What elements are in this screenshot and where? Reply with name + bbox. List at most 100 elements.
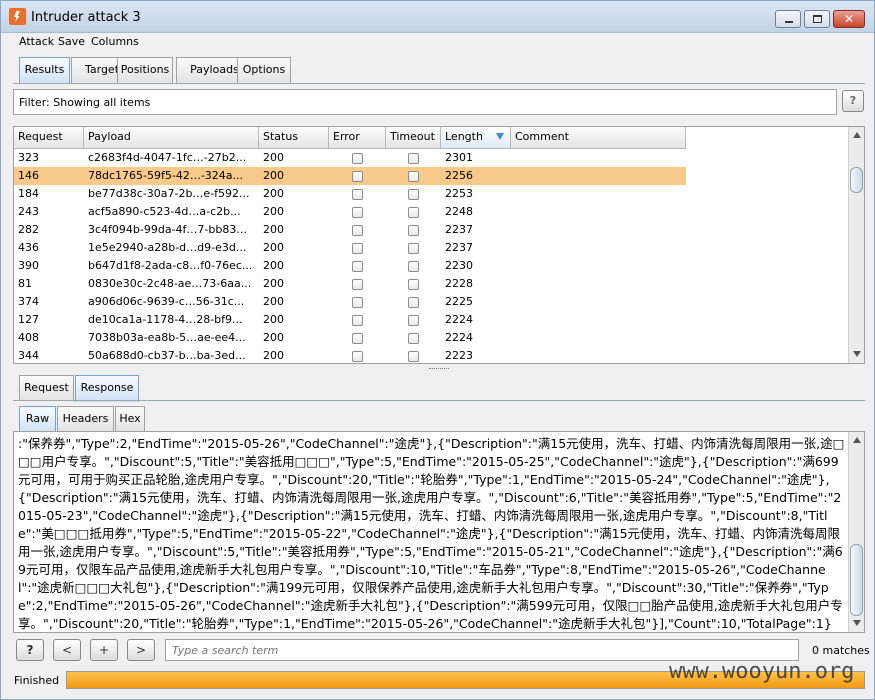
cell-status: 200 [263,169,284,182]
table-row[interactable]: 146 78dc1765-59f5-42…-324a... 200 2256 [14,167,686,185]
table-row[interactable]: 390 b647d1f8-2ada-c8…f0-76ec... 200 2230 [14,257,686,275]
splitter-grip[interactable] [429,368,449,370]
results-scrollbar[interactable] [848,127,864,363]
menu-save[interactable]: Save [58,35,85,48]
cell-payload: 7038b03a-ea8b-5…ae-ee4... [88,331,246,344]
table-row[interactable]: 81 0830e30c-2c48-ae…73-6aa... 200 2228 [14,275,686,293]
response-body: :"保养券","Type":2,"EndTime":"2015-05-26","… [18,436,845,631]
filter-help-button[interactable]: ? [842,90,864,112]
tab-divider [13,83,865,84]
timeout-checkbox [408,207,419,218]
error-checkbox [352,207,363,218]
scroll-up-icon[interactable] [853,132,861,138]
tab-results[interactable]: Results [19,57,70,84]
menu-columns[interactable]: Columns [91,35,139,48]
cell-status: 200 [263,151,284,164]
table-row[interactable]: 243 acf5a890-c523-4d…a-c2b... 200 2248 [14,203,686,221]
add-button[interactable]: + [90,639,118,661]
response-scroll-up-icon[interactable] [853,437,861,443]
cell-request: 436 [18,241,39,254]
cell-request: 127 [18,313,39,326]
response-scroll-down-icon[interactable] [853,620,861,626]
cell-length: 2223 [445,349,473,362]
table-row[interactable]: 184 be77d38c-30a7-2b…e-f592... 200 2253 [14,185,686,203]
table-row[interactable]: 344 50a688d0-cb37-b…ba-3ed... 200 2223 [14,347,686,363]
response-scrollbar[interactable] [848,432,864,632]
menu-attack[interactable]: Attack [19,35,54,48]
cell-request: 323 [18,151,39,164]
col-length[interactable]: Length [441,127,511,149]
cell-request: 184 [18,187,39,200]
maximize-button[interactable] [804,10,830,28]
cell-length: 2224 [445,331,473,344]
next-match-button[interactable]: > [127,639,155,661]
table-row[interactable]: 323 c2683f4d-4047-1fc…-27b2... 200 2301 [14,149,686,167]
table-row[interactable]: 282 3c4f094b-99da-4f…7-bb83... 200 2237 [14,221,686,239]
cell-request: 344 [18,349,39,362]
cell-payload: de10ca1a-1178-4…28-bf9... [88,313,243,326]
filter-bar[interactable]: Filter: Showing all items [13,89,837,115]
previous-match-button[interactable]: < [53,639,81,661]
error-checkbox [352,351,363,362]
close-icon: ✕ [843,12,855,26]
close-button[interactable]: ✕ [833,10,865,28]
col-error[interactable]: Error [329,127,386,149]
timeout-checkbox [408,153,419,164]
cell-status: 200 [263,295,284,308]
intruder-window: Intruder attack 3 ✕ Attack Save Columns … [0,0,875,700]
error-checkbox [352,315,363,326]
timeout-checkbox [408,315,419,326]
cell-status: 200 [263,205,284,218]
scroll-down-icon[interactable] [853,351,861,357]
search-input[interactable] [165,639,799,661]
error-checkbox [352,153,363,164]
maximize-icon [813,15,822,23]
table-row[interactable]: 408 7038b03a-ea8b-5…ae-ee4... 200 2224 [14,329,686,347]
cell-length: 2225 [445,295,473,308]
cell-payload: 3c4f094b-99da-4f…7-bb83... [88,223,247,236]
cell-request: 390 [18,259,39,272]
cell-request: 282 [18,223,39,236]
response-editor[interactable]: :"保养券","Type":2,"EndTime":"2015-05-26","… [13,431,865,633]
col-status[interactable]: Status [259,127,329,149]
filter-text: Filter: Showing all items [19,96,151,109]
minimize-button[interactable] [775,10,801,28]
cell-payload: 0830e30c-2c48-ae…73-6aa... [88,277,252,290]
timeout-checkbox [408,225,419,236]
scroll-thumb[interactable] [850,167,863,193]
pane-splitter[interactable] [1,367,874,371]
tab-headers[interactable]: Headers [57,406,114,432]
cell-payload: 1e5e2940-a28b-d…d9-e3d... [88,241,247,254]
tab-hex[interactable]: Hex [115,406,145,432]
cell-status: 200 [263,349,284,362]
cell-length: 2248 [445,205,473,218]
timeout-checkbox [408,189,419,200]
col-comment[interactable]: Comment [511,127,686,149]
tab-response[interactable]: Response [75,375,139,402]
cell-length: 2224 [445,313,473,326]
tab-request[interactable]: Request [19,375,74,401]
tab-raw[interactable]: Raw [19,406,56,433]
table-header: Request Payload Status Error Timeout Len… [14,127,686,149]
cell-status: 200 [263,313,284,326]
cell-request: 243 [18,205,39,218]
timeout-checkbox [408,243,419,254]
tab-options[interactable]: Options [237,57,291,83]
col-request[interactable]: Request [14,127,84,149]
cell-status: 200 [263,241,284,254]
table-row[interactable]: 436 1e5e2940-a28b-d…d9-e3d... 200 2237 [14,239,686,257]
response-scroll-thumb[interactable] [850,544,863,616]
tab-positions[interactable]: Positions [117,57,173,83]
title-bar: Intruder attack 3 ✕ [1,1,874,33]
table-row[interactable]: 374 a906d06c-9639-c…56-31c... 200 2225 [14,293,686,311]
search-help-button[interactable]: ? [16,639,44,661]
view-tabs: Raw Headers Hex [19,406,149,433]
timeout-checkbox [408,333,419,344]
cell-status: 200 [263,277,284,290]
cell-status: 200 [263,223,284,236]
table-row[interactable]: 127 de10ca1a-1178-4…28-bf9... 200 2224 [14,311,686,329]
col-timeout[interactable]: Timeout [386,127,441,149]
burp-app-icon [9,8,26,25]
col-payload[interactable]: Payload [84,127,259,149]
cell-request: 408 [18,331,39,344]
